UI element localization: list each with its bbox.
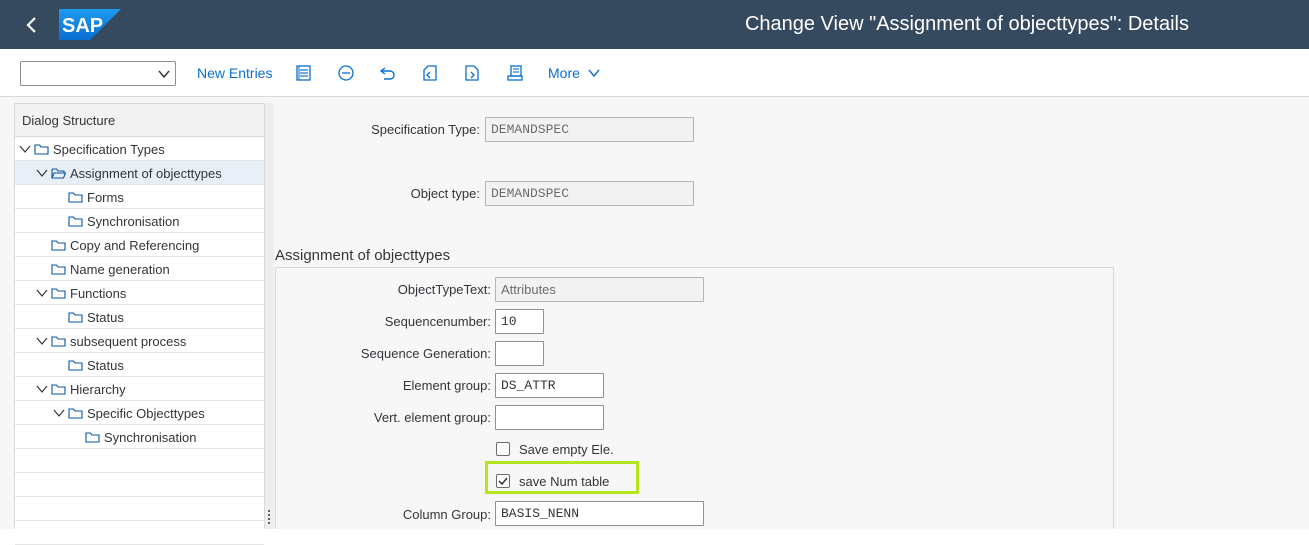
tree-item[interactable]: Synchronisation (15, 209, 264, 233)
new-entries-button[interactable]: New Entries (197, 65, 272, 81)
folder-icon (34, 144, 49, 155)
next-entry-icon[interactable] (462, 63, 482, 83)
tree-item[interactable]: Copy and Referencing (15, 233, 264, 257)
print-icon[interactable] (505, 63, 525, 83)
tree-empty-row (15, 449, 264, 473)
tree-item[interactable]: Name generation (15, 257, 264, 281)
previous-entry-icon[interactable] (420, 63, 440, 83)
chevron-down-icon[interactable] (53, 407, 65, 419)
tree-item[interactable]: Status (15, 353, 264, 377)
chevron-down-icon[interactable] (587, 66, 601, 80)
elemgroup-label: Element group: (402, 378, 491, 393)
vertelem-label: Vert. element group: (373, 410, 491, 425)
application-toolbar: New Entries More (0, 49, 1309, 97)
folder-open-icon (51, 168, 66, 179)
object-type-field[interactable]: DEMANDSPEC (485, 181, 694, 206)
folder-icon (68, 312, 83, 323)
tree-item[interactable]: Hierarchy (15, 377, 264, 401)
checkmark-icon (498, 477, 508, 486)
back-arrow-icon (26, 17, 36, 33)
folder-icon (85, 432, 100, 443)
folder-icon (68, 408, 83, 419)
tree-item-label: Synchronisation (87, 214, 180, 229)
more-menu-button[interactable]: More (548, 65, 580, 81)
svg-text:SAP: SAP (62, 15, 103, 37)
command-field[interactable] (20, 61, 176, 86)
tree-item-label: Copy and Referencing (70, 238, 200, 253)
object-type-label: Object type: (410, 186, 480, 201)
folder-icon (68, 216, 83, 227)
save-empty-label: Save empty Ele. (519, 442, 614, 457)
tree-item[interactable]: Specific Objecttypes (15, 401, 264, 425)
chevron-down-icon[interactable] (19, 143, 31, 155)
tree-item[interactable]: Status (15, 305, 264, 329)
save-empty-checkbox[interactable] (496, 442, 510, 456)
undo-icon[interactable] (378, 63, 398, 83)
save-num-checkbox[interactable] (496, 474, 510, 488)
vertelem-field[interactable] (495, 405, 604, 430)
folder-icon (51, 336, 66, 347)
tree-item-label: Assignment of objecttypes (70, 166, 222, 181)
folder-icon (51, 240, 66, 251)
tree-item[interactable]: subsequent process (15, 329, 264, 353)
tree-header: Dialog Structure (15, 104, 264, 137)
folder-icon (51, 288, 66, 299)
tree-item-label: Forms (87, 190, 124, 205)
objtypetext-label: ObjectTypeText: (397, 282, 491, 297)
tree-empty-row (15, 473, 264, 497)
chevron-down-icon[interactable] (36, 287, 48, 299)
chevron-down-icon[interactable] (157, 67, 171, 81)
tree-item[interactable]: Functions (15, 281, 264, 305)
chevron-down-icon[interactable] (36, 383, 48, 395)
tree-item[interactable]: Assignment of objecttypes (15, 161, 264, 185)
tree-item-label: Name generation (70, 262, 170, 277)
details-icon[interactable] (294, 63, 314, 83)
tree-item-label: Functions (70, 286, 127, 301)
tree-empty-row (15, 521, 264, 545)
tree-item-label: Status (87, 310, 124, 325)
tree-item-label: Hierarchy (70, 382, 126, 397)
folder-icon (68, 360, 83, 371)
tree-body: Specification Types Assignment of objectt… (15, 137, 264, 545)
seqnum-label: Sequencenumber: (384, 314, 491, 329)
tree-item-label: Specific Objecttypes (87, 406, 205, 421)
colgroup-field[interactable]: BASIS_NENN (495, 501, 704, 526)
tree-item-label: subsequent process (70, 334, 187, 349)
delete-icon[interactable] (336, 63, 356, 83)
tree-item[interactable]: Forms (15, 185, 264, 209)
back-button[interactable] (18, 11, 46, 39)
sap-logo[interactable]: SAP (59, 9, 121, 40)
chevron-down-icon[interactable] (36, 167, 48, 179)
section-title: Assignment of objecttypes (275, 247, 451, 264)
seqnum-field[interactable]: 10 (495, 309, 544, 334)
seqgen-field[interactable] (495, 341, 544, 366)
chevron-down-icon[interactable] (36, 335, 48, 347)
splitter[interactable] (265, 103, 274, 529)
colgroup-label: Column Group: (402, 507, 491, 522)
tree-item-label: Synchronisation (104, 430, 197, 445)
spec-type-label: Specification Type: (371, 122, 480, 137)
page-title: Change View "Assignment of objecttypes":… (744, 13, 1189, 35)
objtypetext-field[interactable]: Attributes (495, 277, 704, 302)
folder-icon (51, 264, 66, 275)
seqgen-label: Sequence Generation: (360, 346, 491, 361)
tree-item[interactable]: Synchronisation (15, 425, 264, 449)
tree-item-label: Specification Types (53, 142, 165, 157)
assignment-group-box (275, 267, 1114, 529)
drag-handle-icon[interactable] (267, 509, 271, 525)
elemgroup-field[interactable]: DS_ATTR (495, 373, 604, 398)
shell-bar: SAP Change View "Assignment of objecttyp… (0, 0, 1309, 49)
dialog-structure-tree: Dialog Structure Specification Types Assi… (14, 103, 265, 545)
save-num-label: save Num table (519, 474, 610, 489)
tree-empty-row (15, 497, 264, 521)
tree-item-label: Status (87, 358, 124, 373)
folder-icon (51, 384, 66, 395)
tree-item[interactable]: Specification Types (15, 137, 264, 161)
folder-icon (68, 192, 83, 203)
spec-type-field[interactable]: DEMANDSPEC (485, 117, 694, 142)
